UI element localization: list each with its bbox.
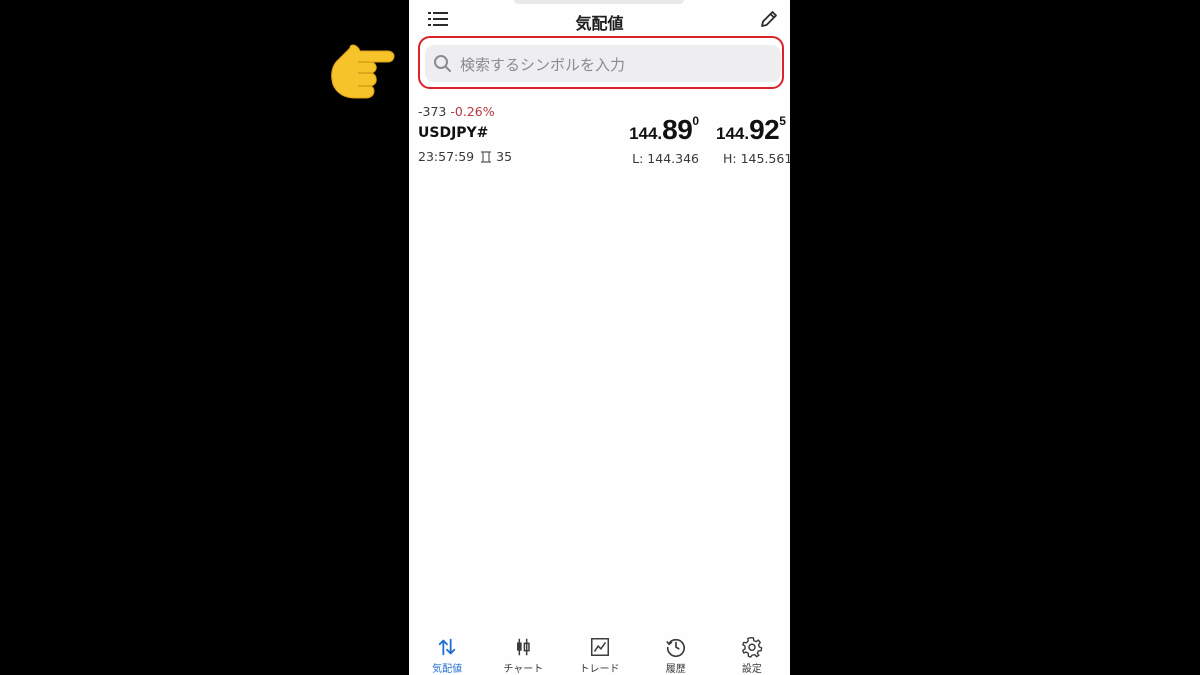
ask-price: 144.925	[716, 114, 786, 146]
navigation-bar: 気配値	[409, 0, 790, 40]
spread-value: 35	[496, 149, 513, 164]
search-bar[interactable]	[425, 45, 781, 84]
edit-pencil-icon[interactable]	[759, 9, 779, 29]
arrows-updown-icon	[438, 638, 456, 656]
gear-icon	[742, 637, 763, 658]
tab-settings-label: 設定	[741, 664, 762, 675]
quote-row[interactable]: -373 -0.26% USDJPY# 23:57:59 35 144.890 1…	[409, 100, 790, 170]
time-spread-row: 23:57:59 35	[418, 149, 512, 164]
candlestick-icon	[517, 638, 530, 656]
tab-history-label: 履歴	[665, 664, 686, 675]
low-price: L: 144.346	[632, 151, 699, 166]
tab-chart-label: チャート	[503, 664, 544, 675]
tab-quotes[interactable]: 気配値	[409, 626, 485, 675]
tab-trade-label: トレード	[579, 664, 620, 675]
change-values: -373 -0.26%	[418, 104, 495, 119]
bid-price-pip: 0	[692, 114, 699, 128]
ask-price-pip: 5	[779, 114, 786, 128]
bid-price: 144.890	[629, 114, 699, 146]
page-title: 気配値	[575, 14, 624, 33]
trade-chart-icon	[590, 638, 609, 656]
history-icon	[665, 638, 685, 658]
pointing-hand-icon	[331, 44, 395, 99]
tab-history[interactable]: 履歴	[638, 626, 714, 675]
ask-price-prefix: 144.	[716, 124, 750, 143]
change-percent: -0.26%	[450, 104, 495, 119]
bid-price-prefix: 144.	[629, 124, 663, 143]
phone-screen: 気配値 -373-0.26% USDJPY# 23:57:59 35 144.8…	[409, 0, 790, 675]
search-icon	[434, 55, 451, 72]
symbol-name: USDJPY#	[418, 125, 489, 141]
quote-time: 23:57:59	[418, 149, 475, 164]
spread-icon	[481, 150, 492, 163]
bid-price-main: 89	[662, 114, 693, 145]
search-input[interactable]	[458, 45, 772, 84]
ask-price-main: 92	[749, 114, 780, 145]
tab-quotes-label: 気配値	[432, 664, 463, 675]
tab-chart[interactable]: チャート	[485, 626, 561, 675]
tab-bar: 気配値 チャート トレード 履歴 設定	[409, 626, 790, 675]
high-price: H: 145.561	[723, 151, 790, 166]
tab-trade[interactable]: トレード	[561, 626, 637, 675]
change-points: -373	[418, 104, 447, 119]
tab-settings[interactable]: 設定	[714, 626, 790, 675]
